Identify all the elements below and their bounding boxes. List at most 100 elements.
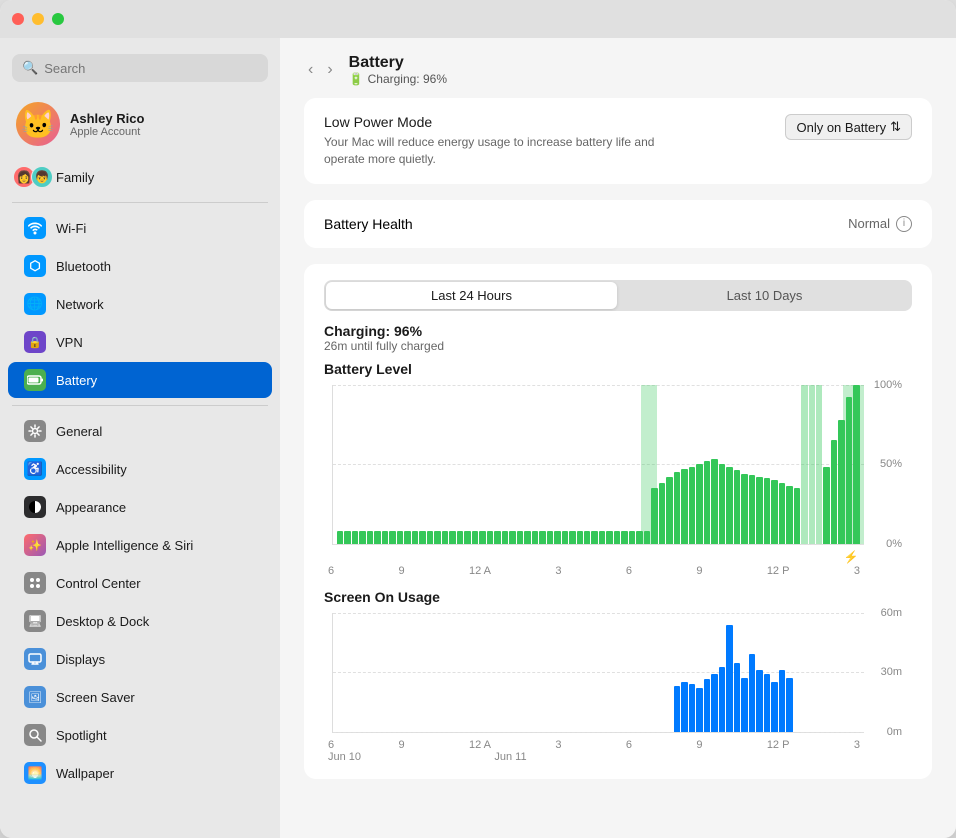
appearance-icon [24, 496, 46, 518]
back-button[interactable]: ‹ [304, 59, 317, 81]
y-label-60m: 60m [881, 607, 902, 619]
sidebar-item-label: Screen Saver [56, 690, 135, 705]
time-toggle: Last 24 Hours Last 10 Days [324, 280, 912, 311]
battery-level-chart: 100% 50% 0% ⚡ [332, 385, 864, 545]
battery-bar [554, 531, 560, 544]
x-label: 9 [696, 739, 702, 751]
battery-bar [704, 461, 710, 544]
app-window: 🔍 🐱 Ashley Rico Apple Account 👩 👦 [0, 0, 956, 838]
x-label: 9 [696, 565, 702, 577]
sidebar-item-label: Apple Intelligence & Siri [56, 538, 193, 553]
low-power-dropdown[interactable]: Only on Battery ⇅ [785, 114, 912, 140]
close-button[interactable] [12, 13, 24, 25]
screen-bar [681, 682, 687, 732]
battery-bar [517, 531, 523, 544]
sidebar-item-wallpaper[interactable]: 🌅 Wallpaper [8, 755, 272, 791]
battery-bar [509, 531, 515, 544]
control-icon [24, 572, 46, 594]
grid-line-0 [333, 544, 864, 545]
tab-24h[interactable]: Last 24 Hours [326, 282, 617, 309]
battery-bar [382, 531, 388, 544]
sidebar-item-battery[interactable]: Battery [8, 362, 272, 398]
battery-bar [412, 531, 418, 544]
charts-card: Last 24 Hours Last 10 Days Charging: 96%… [304, 264, 932, 779]
sidebar-item-label: Battery [56, 373, 97, 388]
siri-icon: ✨ [24, 534, 46, 556]
y-label-100: 100% [874, 379, 902, 391]
battery-bar [756, 477, 762, 544]
content-area: 🔍 🐱 Ashley Rico Apple Account 👩 👦 [0, 38, 956, 838]
sidebar-item-label: Wallpaper [56, 766, 114, 781]
low-power-description: Your Mac will reduce energy usage to inc… [324, 134, 684, 168]
nav-arrows: ‹ › [304, 59, 337, 81]
x-label: 12 P [767, 739, 790, 751]
low-power-value: Only on Battery [796, 120, 886, 135]
charging-status: 🔋 Charging: 96% [349, 72, 447, 86]
info-icon[interactable]: i [896, 216, 912, 232]
sidebar-item-siri[interactable]: ✨ Apple Intelligence & Siri [8, 527, 272, 563]
sidebar-item-accessibility[interactable]: ♿ Accessibility [8, 451, 272, 487]
sidebar-item-displays[interactable]: Displays [8, 641, 272, 677]
sidebar-item-label: Bluetooth [56, 259, 111, 274]
battery-bar [442, 531, 448, 544]
main-header: ‹ › Battery 🔋 Charging: 96% [280, 38, 956, 98]
battery-bar [337, 531, 343, 544]
displays-icon [24, 648, 46, 670]
battery-bar [344, 531, 350, 544]
battery-bar [823, 467, 829, 543]
battery-status-icon: 🔋 [349, 72, 364, 86]
battery-bar [786, 486, 792, 543]
sidebar-item-bluetooth[interactable]: ⬡ Bluetooth [8, 248, 272, 284]
sidebar-item-appearance[interactable]: Appearance [8, 489, 272, 525]
battery-bar [502, 531, 508, 544]
sidebar-item-desktop[interactable]: 🖥 Desktop & Dock [8, 603, 272, 639]
screensaver-icon: 🖼 [24, 686, 46, 708]
battery-bar [779, 483, 785, 543]
search-icon: 🔍 [22, 60, 38, 76]
x-label: 12 P [767, 565, 790, 577]
battery-level-title: Battery Level [324, 361, 912, 377]
battery-bar [359, 531, 365, 544]
battery-bar [591, 531, 597, 544]
sidebar-item-spotlight[interactable]: Spotlight [8, 717, 272, 753]
sidebar-item-wifi[interactable]: Wi-Fi [8, 210, 272, 246]
battery-bar [741, 474, 747, 544]
sidebar-item-label: Displays [56, 652, 105, 667]
screen-bar [771, 682, 777, 732]
battery-bar [621, 531, 627, 544]
network-icon: 🌐 [24, 293, 46, 315]
sidebar-item-screensaver[interactable]: 🖼 Screen Saver [8, 679, 272, 715]
charging-subtitle: 26m until fully charged [324, 339, 912, 353]
battery-bar [614, 531, 620, 544]
search-input[interactable] [44, 61, 258, 76]
bluetooth-icon: ⬡ [24, 255, 46, 277]
battery-bar [562, 531, 568, 544]
lightning-icon: ⚡ [844, 550, 859, 564]
sidebar-item-general[interactable]: General [8, 413, 272, 449]
forward-button[interactable]: › [323, 59, 336, 81]
battery-bar [539, 531, 545, 544]
tab-10d[interactable]: Last 10 Days [619, 282, 910, 309]
battery-bar [367, 531, 373, 544]
sidebar-item-label: Appearance [56, 500, 126, 515]
sidebar-item-family[interactable]: 👩 👦 Family [8, 159, 272, 195]
x-label: 9 [398, 565, 404, 577]
panel-body: Low Power Mode Your Mac will reduce ener… [280, 98, 956, 803]
sidebar-item-control[interactable]: Control Center [8, 565, 272, 601]
date-labels: Jun 10 Jun 11 [324, 751, 864, 763]
user-profile[interactable]: 🐱 Ashley Rico Apple Account [0, 94, 280, 158]
sidebar-item-vpn[interactable]: 🔒 VPN [8, 324, 272, 360]
search-bar[interactable]: 🔍 [12, 54, 268, 82]
sidebar-item-network[interactable]: 🌐 Network [8, 286, 272, 322]
maximize-button[interactable] [52, 13, 64, 25]
sidebar-item-label: Spotlight [56, 728, 107, 743]
battery-health-value: Normal i [848, 216, 912, 232]
x-label: 3 [854, 565, 860, 577]
battery-bar [681, 469, 687, 544]
date-label: Jun 11 [494, 751, 526, 763]
battery-bar [749, 475, 755, 543]
minimize-button[interactable] [32, 13, 44, 25]
spotlight-icon [24, 724, 46, 746]
x-label: 6 [626, 565, 632, 577]
sidebar-item-label: VPN [56, 335, 83, 350]
